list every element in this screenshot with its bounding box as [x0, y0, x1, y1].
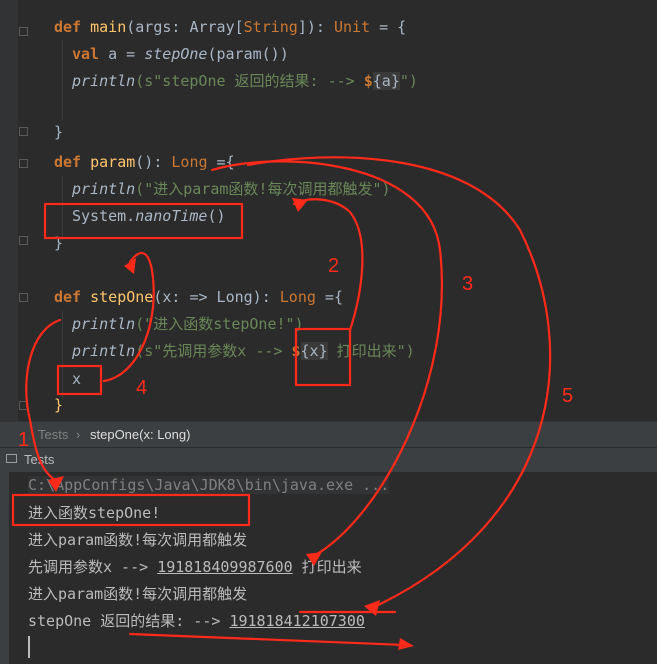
fold-marker[interactable] — [19, 236, 28, 245]
console-line[interactable]: stepOne 返回的结果: --> 191818412107300 — [28, 608, 365, 635]
breadcrumb-separator: › — [76, 427, 81, 442]
code-text: () — [207, 207, 226, 225]
code-text: = { — [370, 18, 407, 36]
keyword: val — [72, 45, 100, 63]
fold-marker[interactable] — [19, 401, 28, 410]
code-line-def-param[interactable]: def param(): Long ={ — [54, 149, 235, 176]
string-literal: ") — [399, 72, 418, 90]
fold-marker[interactable] — [19, 293, 28, 302]
code-text: ]): — [297, 18, 334, 36]
return-type: Long — [171, 153, 208, 171]
code-text: System. — [72, 207, 136, 225]
code-line-println-param[interactable]: println("进入param函数!每次调用都触发") — [72, 176, 391, 203]
code-line-close[interactable]: } — [54, 230, 63, 257]
indent-guide — [62, 311, 63, 399]
function-call: println — [72, 180, 136, 198]
string-literal: (s"stepOne 返回的结果: --> — [135, 72, 364, 90]
code-line-println-x[interactable]: println(s"先调用参数x --> ${x} 打印出来") — [72, 338, 415, 365]
text-cursor — [28, 636, 30, 658]
code-text: ={ — [207, 153, 235, 171]
brace: } — [54, 123, 64, 141]
function-name: main — [90, 18, 127, 36]
console-line[interactable]: 进入param函数!每次调用都触发 — [28, 527, 247, 554]
code-text: (param()) — [207, 45, 289, 63]
indent-guide — [62, 40, 63, 120]
keyword: def — [54, 153, 82, 171]
code-editor[interactable]: def main(args: Array[String]): Unit = { … — [0, 0, 657, 421]
return-type: Long — [279, 288, 316, 306]
fold-marker[interactable] — [19, 127, 28, 136]
console-line[interactable]: 进入函数stepOne! — [28, 500, 160, 527]
breadcrumb-current[interactable]: stepOne(x: Long) — [90, 427, 190, 442]
breadcrumb-tests[interactable]: Tests — [38, 427, 68, 442]
code-line-def-stepone[interactable]: def stepOne(x: => Long): Long ={ — [54, 284, 343, 311]
function-call: println — [72, 315, 136, 333]
editor-gutter[interactable] — [0, 0, 18, 421]
tab-tests[interactable]: Tests — [24, 452, 54, 467]
string-literal: ("进入函数stepOne!") — [135, 315, 304, 333]
function-call: stepOne — [144, 45, 208, 63]
code-line-close[interactable]: } — [54, 119, 63, 146]
console-output[interactable]: C:\AppConfigs\Java\JDK8\bin\java.exe ...… — [0, 472, 657, 664]
function-name: stepOne — [90, 288, 154, 306]
function-call: nanoTime — [135, 207, 208, 225]
interpolation-var: {a} — [372, 72, 400, 90]
interpolation-var: {x} — [300, 342, 328, 360]
code-line-val[interactable]: val a = stepOne(param()) — [72, 41, 289, 68]
console-line[interactable]: 进入param函数!每次调用都触发 — [28, 581, 247, 608]
console-number: 191818409987600 — [157, 558, 293, 576]
return-type: Unit — [333, 18, 371, 36]
code-line-close[interactable]: } — [54, 392, 63, 419]
console-line[interactable]: 先调用参数x --> 191818409987600 打印出来 — [28, 554, 362, 581]
console-text: 进入param函数!每次调用都触发 — [28, 585, 248, 603]
code-text: x — [72, 370, 82, 388]
console-text: 先调用参数x --> — [28, 558, 158, 576]
code-text: (args: Array[ — [126, 18, 244, 36]
breadcrumb: Tests › stepOne(x: Long) — [0, 421, 657, 447]
code-text: a = — [99, 45, 145, 63]
function-call: println — [72, 342, 136, 360]
run-icon — [6, 454, 17, 463]
string-literal: ("进入param函数!每次调用都触发") — [135, 180, 391, 198]
console-toolbar — [0, 472, 9, 664]
code-text: (x: => Long): — [153, 288, 280, 306]
fold-marker[interactable] — [19, 159, 28, 168]
console-text: stepOne 返回的结果: --> — [28, 612, 230, 630]
interpolation-sign: $ — [363, 72, 373, 90]
string-literal: 打印出来") — [327, 342, 415, 360]
code-line-println-stepone[interactable]: println("进入函数stepOne!") — [72, 311, 304, 338]
code-line-nanotime[interactable]: System.nanoTime() — [72, 203, 226, 230]
console-text: 进入param函数!每次调用都触发 — [28, 531, 248, 549]
keyword: def — [54, 18, 82, 36]
code-line-main[interactable]: def main(args: Array[String]): Unit = { — [54, 14, 406, 41]
function-call: println — [72, 72, 136, 90]
console-line-command[interactable]: C:\AppConfigs\Java\JDK8\bin\java.exe ... — [28, 472, 390, 499]
code-line-return-x[interactable]: x — [72, 366, 81, 393]
keyword: def — [54, 288, 82, 306]
string-literal: (s"先调用参数x --> — [135, 342, 292, 360]
code-text: ={ — [315, 288, 343, 306]
console-number: 191818412107300 — [229, 612, 365, 630]
function-name: param — [90, 153, 136, 171]
interpolation-sign: $ — [291, 342, 301, 360]
code-line-println-result[interactable]: println(s"stepOne 返回的结果: --> ${a}") — [72, 68, 418, 95]
console-text: 打印出来 — [292, 558, 362, 576]
fold-marker[interactable] — [19, 27, 28, 36]
type-name: String — [243, 18, 298, 36]
console-command: C:\AppConfigs\Java\JDK8\bin\java.exe ... — [28, 476, 390, 494]
brace: } — [54, 396, 64, 414]
code-text: (): — [135, 153, 172, 171]
brace: } — [54, 234, 64, 252]
run-tool-window-header: Tests — [0, 447, 657, 472]
console-text: 进入函数stepOne! — [28, 504, 161, 522]
